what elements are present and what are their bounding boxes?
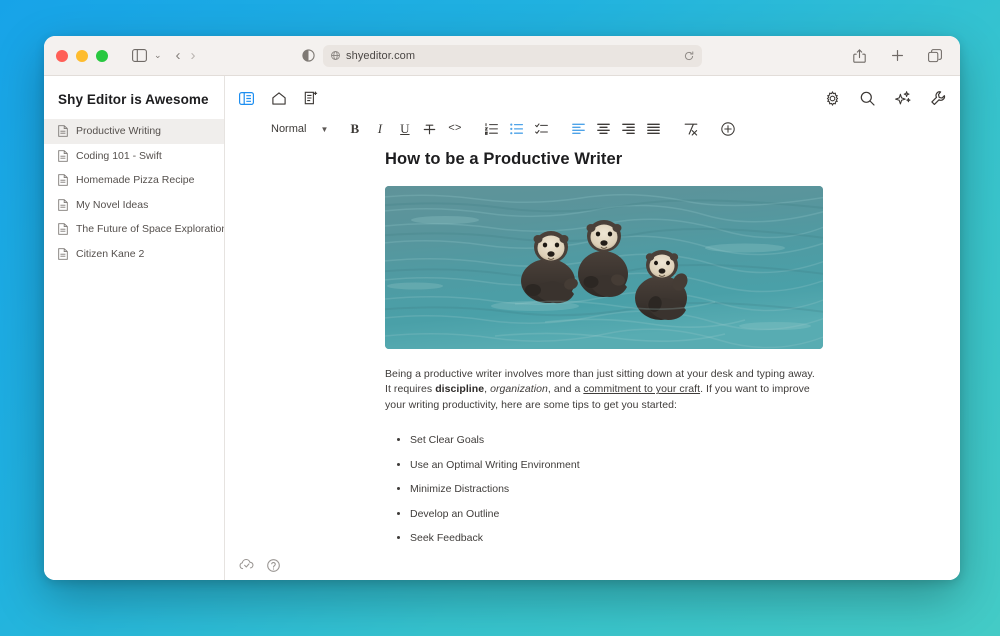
sidebar-item-label: The Future of Space Exploration bbox=[76, 223, 224, 235]
list-item: Use an Optimal Writing Environment bbox=[410, 457, 823, 475]
sidebar-controls: ⌄ bbox=[126, 44, 162, 68]
paragraph-style-select[interactable]: Normal ▼ bbox=[271, 123, 336, 135]
sidebar-item-label: Citizen Kane 2 bbox=[76, 248, 144, 260]
home-icon[interactable] bbox=[272, 92, 286, 105]
align-center-button[interactable] bbox=[594, 120, 613, 139]
document-icon bbox=[58, 223, 68, 235]
app-sidebar: Shy Editor is Awesome Productive Writing bbox=[44, 76, 225, 580]
document-icon bbox=[58, 125, 68, 137]
minimize-window-button[interactable] bbox=[76, 50, 88, 62]
document-list: Productive Writing Coding 101 - Swift bbox=[44, 119, 224, 266]
app-title: Shy Editor is Awesome bbox=[44, 86, 224, 119]
sidebar-toggle-icon[interactable] bbox=[239, 92, 254, 105]
alignment-group bbox=[560, 120, 672, 139]
document-hero-image[interactable] bbox=[385, 186, 823, 349]
cloud-sync-icon[interactable] bbox=[239, 559, 254, 571]
clear-formatting-icon[interactable] bbox=[681, 120, 700, 139]
maximize-window-button[interactable] bbox=[96, 50, 108, 62]
document-icon bbox=[58, 248, 68, 260]
document-body: How to be a Productive Writer bbox=[385, 150, 823, 552]
tools-wrench-icon[interactable] bbox=[931, 91, 946, 106]
document-icon bbox=[58, 199, 68, 211]
paragraph-bold-discipline: discipline bbox=[435, 383, 484, 395]
back-button[interactable]: ‹ bbox=[176, 48, 181, 63]
sidebar-item-label: Productive Writing bbox=[76, 125, 161, 137]
forward-button[interactable]: › bbox=[191, 48, 196, 63]
paragraph-style-value: Normal bbox=[271, 123, 306, 135]
globe-icon bbox=[331, 51, 340, 60]
sidebar-item-my-novel-ideas[interactable]: My Novel Ideas bbox=[44, 193, 224, 218]
editor-pane: Normal ▼ B I U bbox=[225, 76, 960, 580]
bold-button[interactable]: B bbox=[345, 120, 364, 139]
share-icon[interactable] bbox=[846, 44, 872, 68]
browser-navigation: ‹ › bbox=[176, 48, 196, 63]
text-style-group: B I U <> bbox=[336, 120, 473, 139]
list-item: Develop an Outline bbox=[410, 506, 823, 524]
close-window-button[interactable] bbox=[56, 50, 68, 62]
new-tab-icon[interactable] bbox=[884, 44, 910, 68]
paragraph-italic-organization: organization bbox=[490, 383, 548, 395]
editor-left-actions bbox=[239, 91, 318, 105]
insert-button[interactable] bbox=[718, 120, 737, 139]
checklist-button[interactable] bbox=[532, 120, 551, 139]
url-input[interactable]: shyeditor.com bbox=[323, 45, 702, 67]
help-icon[interactable] bbox=[267, 559, 280, 572]
inline-code-button[interactable]: <> bbox=[445, 120, 464, 139]
list-item: Minimize Distractions bbox=[410, 481, 823, 499]
list-item: Set Clear Goals bbox=[410, 432, 823, 450]
list-item: Seek Feedback bbox=[410, 530, 823, 548]
settings-gear-icon[interactable] bbox=[825, 91, 840, 106]
bullet-list-button[interactable] bbox=[507, 120, 526, 139]
sea-otters-illustration bbox=[385, 186, 823, 349]
window-content: Shy Editor is Awesome Productive Writing bbox=[44, 76, 960, 580]
url-text: shyeditor.com bbox=[346, 50, 415, 62]
sidebar-item-label: Coding 101 - Swift bbox=[76, 150, 162, 162]
document-icon bbox=[58, 174, 68, 186]
tab-overview-icon[interactable] bbox=[922, 44, 948, 68]
desktop-background: ⌄ ‹ › bbox=[0, 0, 1000, 636]
italic-button[interactable]: I bbox=[370, 120, 389, 139]
editor-right-actions bbox=[825, 91, 946, 106]
editor-top-bar bbox=[225, 82, 960, 114]
address-bar-area: shyeditor.com bbox=[302, 45, 702, 67]
browser-actions bbox=[846, 44, 948, 68]
browser-titlebar: ⌄ ‹ › bbox=[44, 36, 960, 76]
extra-group bbox=[672, 120, 709, 139]
underline-button[interactable]: U bbox=[395, 120, 414, 139]
new-document-icon[interactable] bbox=[304, 91, 318, 105]
editor-status-bar bbox=[225, 552, 960, 580]
document-icon bbox=[58, 150, 68, 162]
paragraph-sep-2: , and a bbox=[548, 383, 583, 395]
sidebar-item-label: Homemade Pizza Recipe bbox=[76, 174, 194, 186]
formatting-toolbar: Normal ▼ B I U bbox=[225, 114, 960, 144]
sidebar-item-label: My Novel Ideas bbox=[76, 199, 148, 211]
sidebar-item-citizen-kane-2[interactable]: Citizen Kane 2 bbox=[44, 242, 224, 267]
ai-sparkles-icon[interactable] bbox=[895, 91, 911, 106]
page-title: How to be a Productive Writer bbox=[385, 150, 823, 169]
tips-list: Set Clear Goals Use an Optimal Writing E… bbox=[385, 432, 823, 552]
reload-icon[interactable] bbox=[684, 51, 694, 61]
document-canvas[interactable]: How to be a Productive Writer bbox=[225, 144, 960, 552]
sidebar-item-homemade-pizza-recipe[interactable]: Homemade Pizza Recipe bbox=[44, 168, 224, 193]
browser-sidebar-toggle-icon[interactable] bbox=[126, 44, 152, 68]
privacy-shield-icon[interactable] bbox=[302, 49, 315, 62]
browser-window: ⌄ ‹ › bbox=[44, 36, 960, 580]
paragraph-underline-commitment: commitment to your craft bbox=[583, 383, 700, 395]
sidebar-item-productive-writing[interactable]: Productive Writing bbox=[44, 119, 224, 144]
chevron-down-icon: ▼ bbox=[320, 125, 328, 134]
align-right-button[interactable] bbox=[619, 120, 638, 139]
list-group bbox=[473, 120, 560, 139]
window-traffic-lights bbox=[56, 50, 108, 62]
sidebar-item-future-of-space-exploration[interactable]: The Future of Space Exploration bbox=[44, 217, 224, 242]
align-left-button[interactable] bbox=[569, 120, 588, 139]
sidebar-item-coding-101[interactable]: Coding 101 - Swift bbox=[44, 144, 224, 169]
search-icon[interactable] bbox=[860, 91, 875, 106]
chevron-down-icon[interactable]: ⌄ bbox=[154, 50, 162, 61]
align-justify-button[interactable] bbox=[644, 120, 663, 139]
strikethrough-button[interactable] bbox=[420, 120, 439, 139]
ordered-list-button[interactable] bbox=[482, 120, 501, 139]
insert-group bbox=[709, 120, 746, 139]
intro-paragraph: Being a productive writer involves more … bbox=[385, 367, 823, 413]
